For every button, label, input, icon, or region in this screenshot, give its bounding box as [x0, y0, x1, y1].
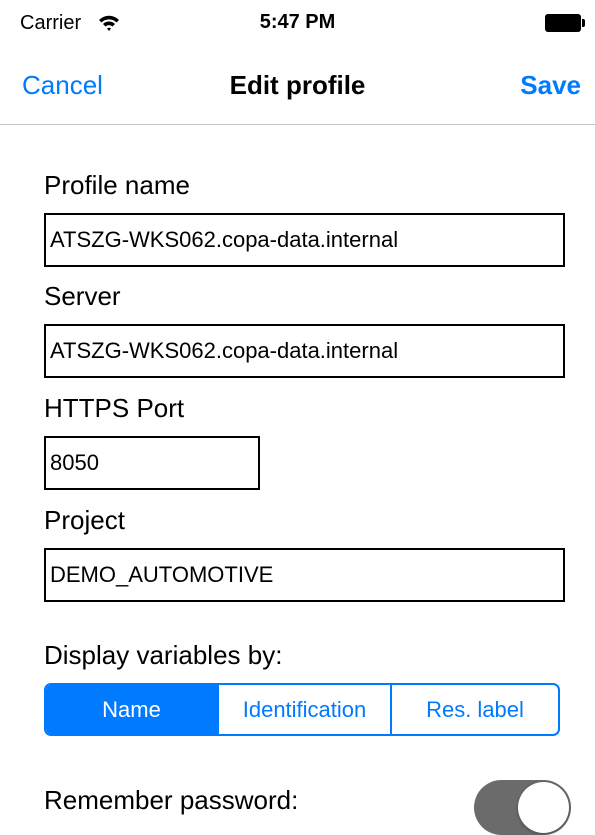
battery-icon	[545, 14, 587, 34]
toggle-knob	[518, 782, 569, 833]
segment-identification[interactable]: Identification	[217, 685, 390, 734]
server-input[interactable]	[44, 324, 565, 378]
project-label: Project	[44, 505, 125, 535]
server-label: Server	[44, 281, 121, 311]
project-input[interactable]	[44, 548, 565, 602]
remember-password-toggle[interactable]	[474, 780, 571, 835]
status-bar: Carrier 5:47 PM	[0, 0, 595, 48]
page-title: Edit profile	[229, 70, 366, 100]
profile-name-label: Profile name	[44, 170, 190, 200]
https-port-label: HTTPS Port	[44, 393, 185, 423]
navigation-bar: Cancel Edit profile Save	[0, 48, 595, 125]
display-variables-segmented-control: Name Identification Res. label	[44, 683, 560, 736]
save-button[interactable]: Save	[520, 70, 581, 101]
segment-name[interactable]: Name	[46, 685, 217, 734]
https-port-input[interactable]	[44, 436, 260, 490]
segment-res-label[interactable]: Res. label	[390, 685, 558, 734]
display-variables-label: Display variables by:	[44, 640, 283, 670]
status-time: 5:47 PM	[259, 11, 336, 33]
remember-password-label: Remember password:	[44, 785, 299, 815]
profile-name-input[interactable]	[44, 213, 565, 267]
